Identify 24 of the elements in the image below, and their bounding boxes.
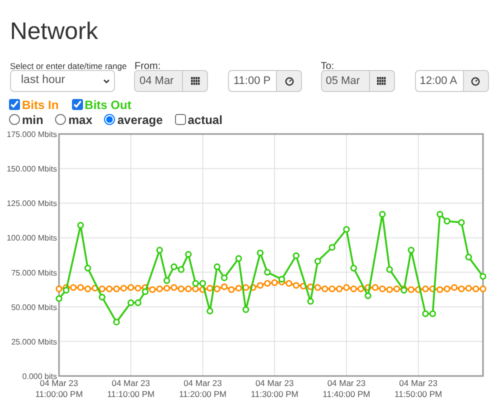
option-label: average xyxy=(117,112,163,128)
axis-label: 100.000 Mbits xyxy=(6,234,57,243)
option-label: min xyxy=(22,112,44,128)
field-label: To: xyxy=(320,61,334,72)
axis-label: 04 Mar 23 11:30:00 PM xyxy=(250,378,298,399)
field-label: From: xyxy=(134,61,161,72)
axis-label: 04 Mar 23 11:50:00 PM xyxy=(394,378,442,399)
axis-label: 04 Mar 23 11:40:00 PM xyxy=(322,378,370,399)
field-label: Select or enter date/time range xyxy=(10,61,127,71)
axis-label: 04 Mar 23 11:10:00 PM xyxy=(107,378,155,399)
axis-label: 50.000 Mbits xyxy=(11,302,57,312)
axis-label: 150.000 Mbits xyxy=(6,164,57,174)
axis-label: 0.000 bits xyxy=(22,372,57,381)
axis-label: 75.000 Mbits xyxy=(11,268,57,278)
axis-label: 25.000 Mbits xyxy=(11,337,57,346)
page-title: Network xyxy=(9,17,100,47)
axis-label: 175.000 Mbits xyxy=(6,130,57,139)
axis-label: 04 Mar 23 11:20:00 PM xyxy=(178,378,227,399)
checkbox-label: Bits In xyxy=(22,96,59,114)
option-label: actual xyxy=(188,112,222,128)
option-label: max xyxy=(68,112,92,128)
checkbox-label: Bits Out xyxy=(84,96,132,114)
axis-label: 04 Mar 23 11:00:00 PM xyxy=(35,378,83,399)
axis-label: 125.000 Mbits xyxy=(6,199,57,208)
